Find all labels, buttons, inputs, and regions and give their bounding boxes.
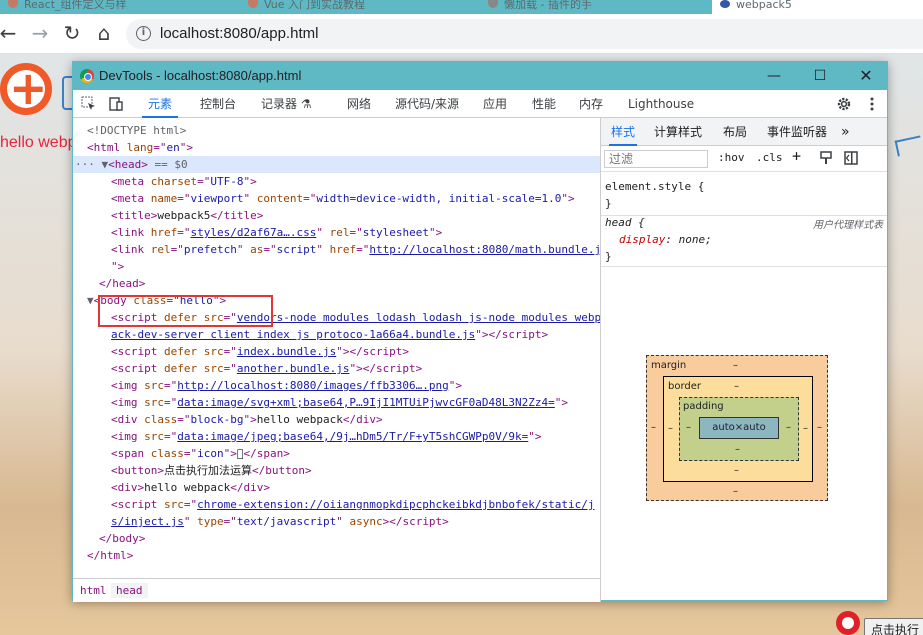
tab-performance[interactable]: 性能 <box>532 90 556 118</box>
dom-line[interactable]: </html> <box>73 547 600 564</box>
box-model-border[interactable]: border – – – – padding – – – auto×auto <box>663 376 813 482</box>
tab-network[interactable]: 网络 <box>347 90 371 118</box>
hov-toggle[interactable]: :hov <box>718 151 745 164</box>
toggle-sidebar-icon[interactable] <box>844 151 858 165</box>
favicon-icon <box>488 0 498 8</box>
info-icon[interactable]: i <box>136 26 151 41</box>
minimize-icon[interactable]: — <box>759 64 789 88</box>
forward-arrow-icon[interactable]: → <box>28 22 52 46</box>
highlight-annotation-box <box>98 295 273 327</box>
settings-gear-icon[interactable] <box>836 96 852 112</box>
dom-line[interactable]: <img src="data:image/jpeg;base64,/9j…hDm… <box>73 428 600 445</box>
more-tabs-chevron-icon[interactable]: » <box>841 118 850 146</box>
address-bar[interactable]: i localhost:8080/app.html <box>126 19 923 49</box>
device-toolbar-icon[interactable] <box>108 96 124 112</box>
dom-line[interactable]: s/inject.js" type="text/javascript" asyn… <box>73 513 600 530</box>
box-model-margin[interactable]: margin – – – – border – – – – padding – … <box>646 355 828 501</box>
tab-memory[interactable]: 内存 <box>579 90 603 118</box>
tab-layout[interactable]: 布局 <box>723 118 747 146</box>
elements-tree: <!DOCTYPE html> <html lang="en"> ··· ▼<h… <box>73 118 600 578</box>
tab-sources[interactable]: 源代码/来源 <box>395 90 459 118</box>
dom-line[interactable]: ack-dev-server client index js protoco-1… <box>73 326 600 343</box>
devtools-title: DevTools - localhost:8080/app.html <box>99 68 302 83</box>
color-format-icon[interactable] <box>819 151 833 165</box>
breadcrumb-head[interactable]: head <box>111 583 148 598</box>
dom-line[interactable]: <meta charset="UTF-8"> <box>73 173 600 190</box>
back-arrow-icon[interactable]: ← <box>0 22 20 46</box>
close-icon[interactable]: ✕ <box>851 64 881 88</box>
dom-line[interactable]: <img src="http://localhost:8080/images/f… <box>73 377 600 394</box>
box-model-padding[interactable]: padding – – – auto×auto <box>679 397 799 461</box>
box-model-content[interactable]: auto×auto <box>699 417 779 439</box>
more-options-icon[interactable] <box>864 96 880 112</box>
plus-icon: + <box>9 61 48 115</box>
user-agent-stylesheet-label: 用户代理样式表 <box>813 220 883 231</box>
styles-filter-input[interactable] <box>604 150 708 168</box>
page-logo: + <box>0 63 52 115</box>
browser-tab[interactable]: 懒加载 - 插件的手 <box>480 0 660 14</box>
tab-application[interactable]: 应用 <box>483 90 507 118</box>
home-icon[interactable]: ⌂ <box>92 22 116 46</box>
github-icon[interactable] <box>836 611 860 635</box>
head-style-rule: head { <box>605 216 645 229</box>
chrome-icon <box>80 69 94 83</box>
cls-toggle[interactable]: .cls <box>756 151 783 164</box>
tab-lighthouse[interactable]: Lighthouse <box>628 90 694 118</box>
tab-styles[interactable]: 样式 <box>609 118 638 146</box>
dom-line[interactable]: <button>点击执行加法运算</button> <box>73 462 600 479</box>
dom-line-selected[interactable]: ··· ▼<head> == $0 <box>73 156 600 173</box>
tab-computed[interactable]: 计算样式 <box>654 118 702 146</box>
dom-line[interactable]: <img src="data:image/svg+xml;base64,P…9I… <box>73 394 600 411</box>
dom-line[interactable]: <script src="chrome-extension://oiiangnm… <box>73 496 600 513</box>
page-button[interactable]: 点击执行 <box>864 618 923 635</box>
styles-pane: 样式 计算样式 布局 事件监听器 » :hov .cls + element.s… <box>600 118 887 602</box>
dom-line[interactable]: <span class="icon"></span> <box>73 445 600 462</box>
inspect-element-icon[interactable] <box>81 96 97 112</box>
browser-toolbar: ← → ↻ ⌂ i localhost:8080/app.html <box>0 14 923 54</box>
dom-line[interactable]: <!DOCTYPE html> <box>73 122 600 139</box>
element-style-close: } <box>605 197 612 210</box>
dom-line[interactable]: </body> <box>73 530 600 547</box>
breadcrumb: html head <box>73 578 600 602</box>
divider <box>601 266 887 267</box>
favicon-icon <box>8 0 18 8</box>
dom-line[interactable]: "> <box>73 258 600 275</box>
css-declaration: display: none; <box>619 233 712 246</box>
dom-line[interactable]: <link href="styles/d2af67a….css" rel="st… <box>73 224 600 241</box>
devtools-titlebar: DevTools - localhost:8080/app.html — ☐ ✕ <box>73 62 887 90</box>
dom-line[interactable]: <html lang="en"> <box>73 139 600 156</box>
breadcrumb-html[interactable]: html <box>75 583 112 598</box>
dom-line[interactable]: <div class="block-bg">hello webpack</div… <box>73 411 600 428</box>
maximize-icon[interactable]: ☐ <box>805 64 835 88</box>
head-style-close: } <box>605 250 612 263</box>
devtools-tab-bar: 元素 控制台 记录器 ⚗ 网络 源代码/来源 应用 性能 内存 Lighthou… <box>73 90 887 118</box>
arrow-decoration-icon <box>894 135 923 157</box>
browser-tab-active[interactable]: webpack5 <box>712 0 923 14</box>
browser-tab[interactable]: Vue 入门到实战教程 <box>240 0 418 14</box>
tab-event-listeners[interactable]: 事件监听器 <box>767 118 827 146</box>
dom-line[interactable]: <link rel="prefetch" as="script" href="h… <box>73 241 600 258</box>
dom-line[interactable]: <meta name="viewport" content="width=dev… <box>73 190 600 207</box>
reload-icon[interactable]: ↻ <box>60 22 84 46</box>
dom-line[interactable]: <title>webpack5</title> <box>73 207 600 224</box>
tab-recorder[interactable]: 记录器 ⚗ <box>261 90 312 118</box>
dom-line[interactable]: <div>hello webpack</div> <box>73 479 600 496</box>
browser-tab[interactable]: React_组件定义与样 <box>0 0 178 14</box>
styles-tab-bar: 样式 计算样式 布局 事件监听器 » <box>601 118 887 146</box>
tab-elements[interactable]: 元素 <box>142 90 179 118</box>
url-text: localhost:8080/app.html <box>160 25 319 42</box>
element-style-rule: element.style { <box>605 180 705 193</box>
favicon-icon <box>248 0 258 8</box>
dom-line[interactable]: <script defer src="another.bundle.js"></… <box>73 360 600 377</box>
new-style-rule-plus-icon[interactable]: + <box>792 147 801 165</box>
page-hello-text: hello webp <box>0 134 77 151</box>
browser-tab-strip: React_组件定义与样 Vue 入门到实战教程 懒加载 - 插件的手 webp… <box>0 0 923 14</box>
styles-filter-row: :hov .cls + <box>601 146 887 172</box>
devtools-window: DevTools - localhost:8080/app.html — ☐ ✕… <box>72 61 888 602</box>
dom-line[interactable]: </head> <box>73 275 600 292</box>
dom-line[interactable]: <script defer src="index.bundle.js"></sc… <box>73 343 600 360</box>
tab-console[interactable]: 控制台 <box>200 90 236 118</box>
favicon-icon <box>720 0 730 8</box>
